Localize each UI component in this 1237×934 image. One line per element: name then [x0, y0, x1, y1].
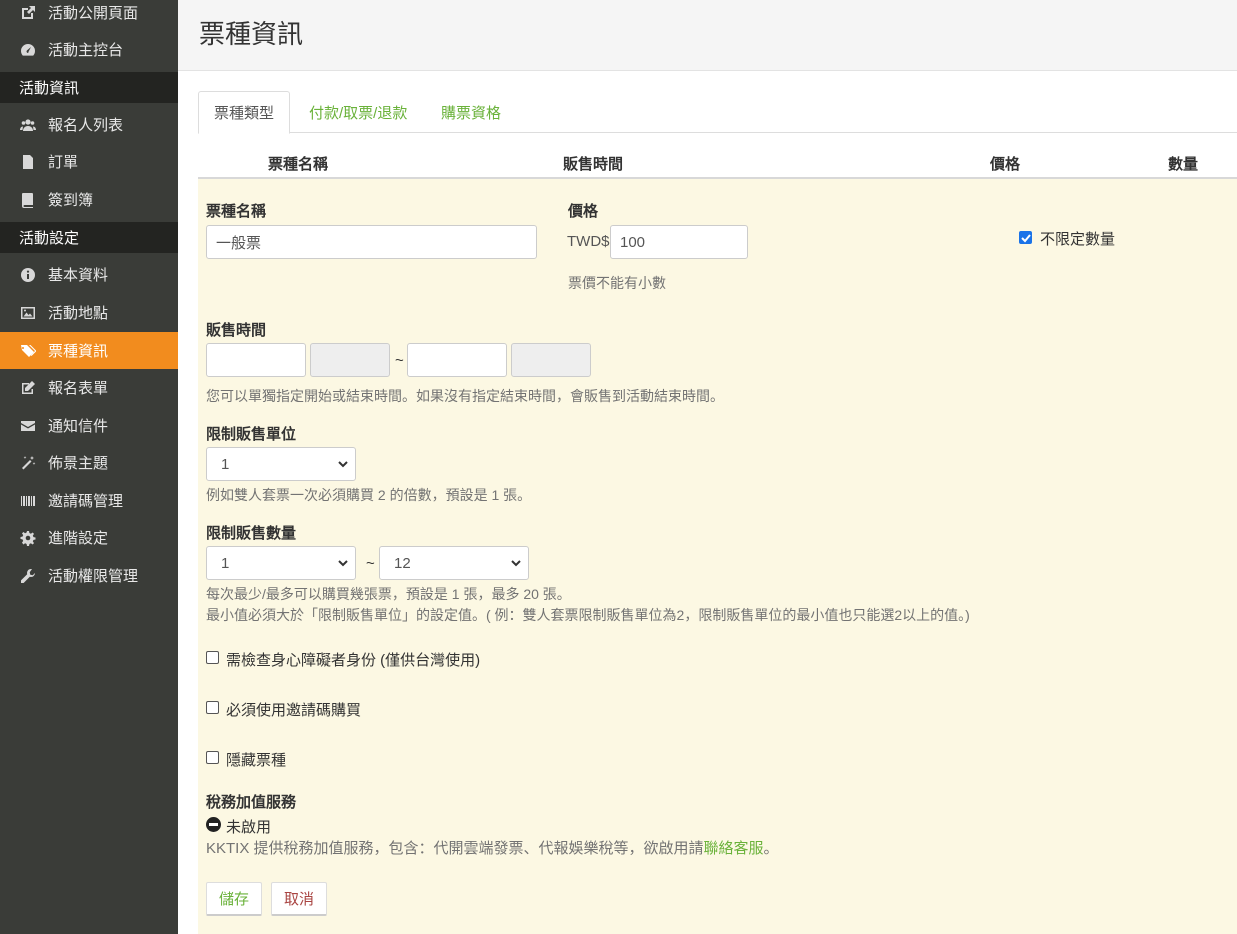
currency-label: TWD$	[567, 233, 610, 250]
sidebar-item-advanced[interactable]: 進階設定	[0, 519, 178, 556]
invite-code-checkbox[interactable]	[206, 701, 219, 714]
column-header-price: 價格	[990, 156, 1021, 173]
cancel-button[interactable]: 取消	[271, 882, 327, 916]
chevron-down-icon	[338, 461, 348, 468]
sale-end-date-input[interactable]	[407, 343, 507, 377]
sale-time-separator: ~	[395, 352, 404, 369]
sidebar-item-tickets[interactable]: 票種資訊	[0, 332, 178, 369]
min-quantity-select[interactable]: 1	[206, 546, 356, 580]
sidebar-item-public-page[interactable]: 活動公開頁面	[0, 0, 178, 31]
tab-bar: 票種類型 付款/取票/退款 購票資格	[198, 91, 1237, 134]
sidebar-item-venue[interactable]: 活動地點	[0, 294, 178, 331]
ticket-name-input[interactable]: 一般票	[206, 225, 537, 259]
sidebar-item-theme[interactable]: 佈景主題	[0, 444, 178, 481]
sidebar-section-settings: 活動設定	[0, 222, 178, 253]
sale-unit-select[interactable]: 1	[206, 447, 356, 481]
sale-end-time-input	[511, 343, 591, 377]
max-quantity-select[interactable]: 12	[379, 546, 529, 580]
sidebar-item-basic-info[interactable]: 基本資料	[0, 256, 178, 293]
image-icon	[19, 304, 37, 322]
save-button[interactable]: 儲存	[206, 882, 262, 916]
price-input[interactable]: 100	[610, 225, 748, 259]
tax-service-label: 稅務加值服務	[206, 794, 297, 811]
unit-help: 例如雙人套票一次必須購買 2 的倍數，預設是 1 張。	[206, 487, 532, 503]
hidden-ticket-label: 隱藏票種	[226, 752, 287, 769]
sidebar-section-info: 活動資訊	[0, 72, 178, 103]
sidebar-item-permissions[interactable]: 活動權限管理	[0, 557, 178, 594]
sidebar-item-orders[interactable]: 訂單	[0, 143, 178, 180]
price-help: 票價不能有小數	[568, 275, 666, 291]
check-icon	[1021, 234, 1031, 243]
column-header-sale-time: 販售時間	[563, 156, 624, 173]
gear-icon	[19, 529, 37, 547]
barcode-icon	[19, 492, 37, 510]
sale-start-date-input[interactable]	[206, 343, 306, 377]
sidebar: 活動公開頁面 活動主控台 活動資訊 報名人列表 訂單 簽到簿 活動設定 基本資料…	[0, 0, 178, 934]
quantity-label: 限制販售數量	[206, 525, 297, 542]
tax-help: KKTIX 提供稅務加值服務，包含：代開雲端發票、代報娛樂稅等，欲啟用請聯絡客服…	[206, 840, 779, 857]
chevron-down-icon	[338, 560, 348, 567]
envelope-icon	[19, 417, 37, 435]
column-header-quantity: 數量	[1168, 156, 1199, 173]
sidebar-item-notifications[interactable]: 通知信件	[0, 407, 178, 444]
tax-status: 未啟用	[226, 819, 272, 836]
page-header: 票種資訊	[178, 0, 1237, 71]
external-link-icon	[19, 4, 37, 22]
price-label: 價格	[568, 203, 599, 220]
book-icon	[19, 191, 37, 209]
chevron-down-icon	[511, 560, 521, 567]
file-icon	[19, 153, 37, 171]
hidden-ticket-checkbox[interactable]	[206, 751, 219, 764]
tab-ticket-types[interactable]: 票種類型	[198, 91, 291, 134]
sidebar-item-console[interactable]: 活動主控台	[0, 31, 178, 68]
users-icon	[19, 116, 37, 134]
tags-icon	[19, 342, 37, 360]
contact-support-link[interactable]: 聯絡客服	[704, 840, 764, 857]
quantity-help-1: 每次最少/最多可以購買幾張票，預設是 1 張，最多 20 張。	[206, 586, 571, 602]
unlimited-quantity-checkbox[interactable]	[1019, 231, 1032, 244]
name-label: 票種名稱	[206, 203, 267, 220]
sidebar-item-invite-codes[interactable]: 邀請碼管理	[0, 482, 178, 519]
wrench-icon	[19, 567, 37, 585]
info-circle-icon	[19, 266, 37, 284]
tab-payment[interactable]: 付款/取票/退款	[294, 91, 422, 133]
tab-eligibility[interactable]: 購票資格	[426, 91, 516, 133]
magic-wand-icon	[19, 454, 37, 472]
ticket-edit-form: 票種名稱 一般票 價格 TWD$ 100 票價不能有小數 不限定數量 販售時間 …	[198, 179, 1237, 934]
sale-start-time-input	[310, 343, 390, 377]
disability-check-label: 需檢查身心障礙者身份 (僅供台灣使用)	[226, 652, 481, 669]
edit-icon	[19, 379, 37, 397]
disability-check-checkbox[interactable]	[206, 651, 219, 664]
sidebar-item-attendees[interactable]: 報名人列表	[0, 106, 178, 143]
sidebar-item-checkin[interactable]: 簽到簿	[0, 181, 178, 218]
sale-time-help: 您可以單獨指定開始或結束時間。如果沒有指定結束時間，會販售到活動結束時間。	[206, 388, 724, 404]
quantity-help-2: 最小值必須大於「限制販售單位」的設定值。( 例：雙人套票限制販售單位為2，限制販…	[206, 607, 970, 623]
unit-label: 限制販售單位	[206, 426, 297, 443]
dashboard-icon	[19, 41, 37, 59]
unlimited-quantity-label: 不限定數量	[1040, 231, 1116, 248]
sale-time-label: 販售時間	[206, 322, 267, 339]
minus-circle-icon	[206, 817, 221, 832]
quantity-separator: ~	[366, 555, 375, 572]
invite-code-label: 必須使用邀請碼購買	[226, 702, 362, 719]
column-header-name: 票種名稱	[268, 156, 329, 173]
page-title: 票種資訊	[199, 19, 304, 49]
sidebar-item-registration-form[interactable]: 報名表單	[0, 369, 178, 406]
